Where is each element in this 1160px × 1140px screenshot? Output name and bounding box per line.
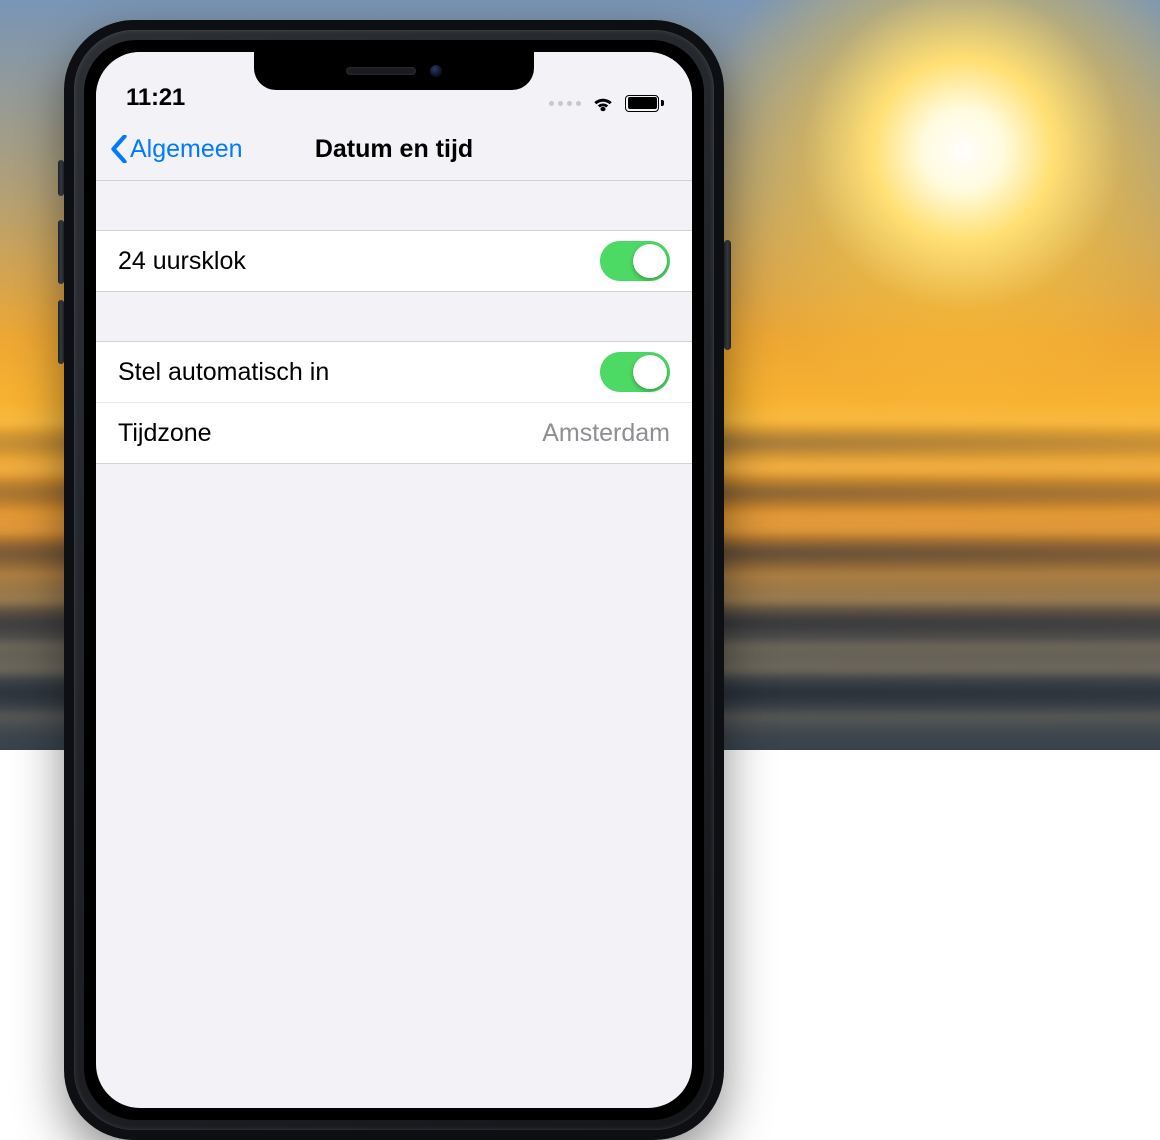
row-label: Stel automatisch in [118, 358, 329, 387]
back-button-label: Algemeen [130, 135, 243, 164]
group-auto-time: Stel automatisch in Tijdzone Amsterdam [96, 341, 692, 464]
mute-switch [58, 160, 64, 196]
group-clock: 24 uursklok [96, 230, 692, 292]
power-button [724, 240, 731, 350]
battery-icon [625, 95, 664, 112]
row-label: 24 uursklok [118, 247, 246, 276]
toggle-set-automatically[interactable] [600, 352, 670, 392]
cellular-signal-icon [549, 101, 581, 106]
volume-down-button [58, 300, 64, 364]
row-set-automatically: Stel automatisch in [96, 342, 692, 402]
statusbar-time: 11:21 [126, 84, 185, 112]
row-timezone[interactable]: Tijdzone Amsterdam [96, 402, 692, 463]
navigation-bar: Algemeen Datum en tijd [96, 118, 692, 181]
notch [254, 52, 534, 90]
iphone-device: 11:21 [64, 20, 724, 1140]
volume-up-button [58, 220, 64, 284]
row-24h-clock: 24 uursklok [96, 231, 692, 291]
screen: 11:21 [96, 52, 692, 1108]
timezone-value: Amsterdam [542, 419, 670, 448]
speaker-grille [346, 67, 416, 75]
chevron-left-icon [110, 135, 128, 163]
back-button[interactable]: Algemeen [110, 135, 243, 164]
front-camera [430, 65, 442, 77]
row-label: Tijdzone [118, 419, 212, 448]
wifi-icon [591, 94, 615, 112]
page-title: Datum en tijd [315, 135, 473, 164]
toggle-24h-clock[interactable] [600, 241, 670, 281]
settings-list: 24 uursklok Stel automatisch in Tijdzone [96, 181, 692, 464]
